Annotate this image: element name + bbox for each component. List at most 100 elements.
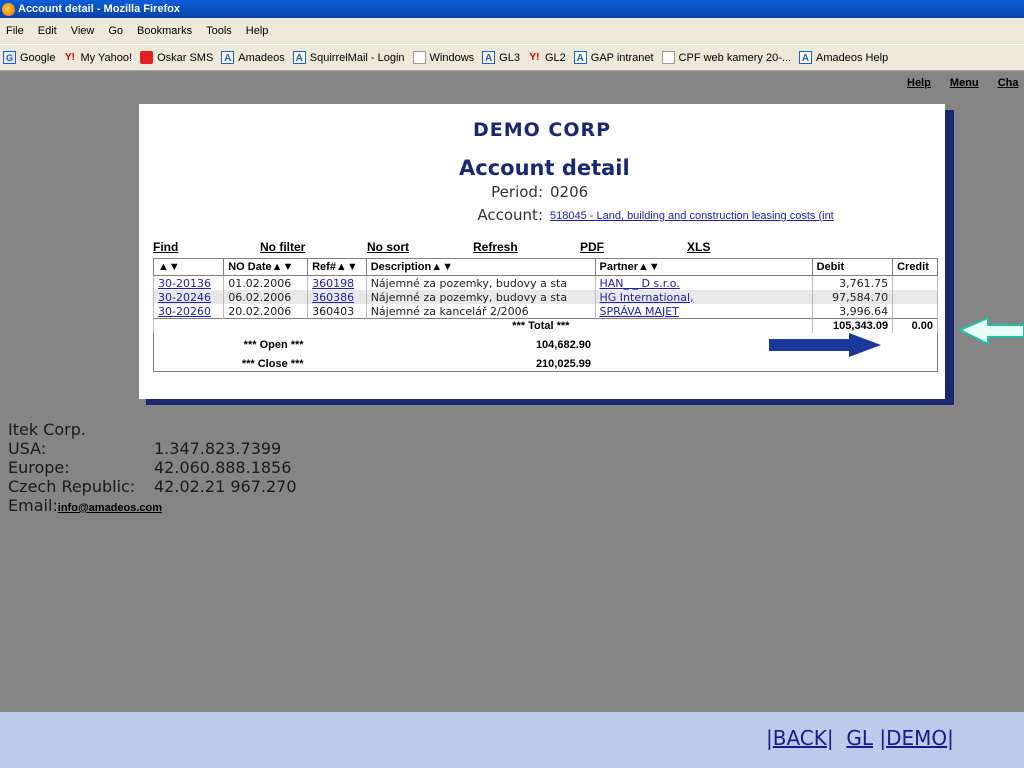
open-value: 104,682.90 bbox=[535, 339, 591, 351]
partner-link[interactable]: SPRÁVA MAJET bbox=[594, 304, 813, 319]
bookmark-gl2[interactable]: Y! GL2 bbox=[528, 51, 565, 64]
doc-number-link[interactable]: 30-20246 bbox=[152, 290, 225, 304]
blue-arrow-cell bbox=[595, 333, 938, 357]
close-label: *** Close *** bbox=[241, 358, 304, 370]
doc-number-link[interactable]: 30-20136 bbox=[152, 275, 225, 290]
close-value: 210,025.99 bbox=[535, 358, 591, 370]
xls-link[interactable]: XLS bbox=[687, 240, 710, 254]
footer-nav: |BACK| GL |DEMO| bbox=[766, 726, 954, 750]
menu-go[interactable]: Go bbox=[108, 25, 123, 37]
credit-cell bbox=[892, 275, 938, 290]
bookmark-amadeos-help[interactable]: A Amadeos Help bbox=[799, 51, 888, 64]
partner-link[interactable]: HAN_ _ D s.r.o. bbox=[594, 275, 813, 290]
document-icon bbox=[412, 51, 426, 64]
menu-file[interactable]: File bbox=[6, 25, 24, 37]
no-filter-link[interactable]: No filter bbox=[260, 240, 305, 254]
demo-link[interactable]: DEMO bbox=[886, 726, 947, 750]
bookmark-my-yahoo[interactable]: Y! My Yahoo! bbox=[63, 51, 132, 64]
close-row: *** Close *** 210,025.99 bbox=[154, 357, 938, 372]
amadeos-icon: A bbox=[292, 51, 306, 64]
debit-cell: 3,996.64 bbox=[811, 304, 894, 319]
usa-phone: 1.347.823.7399 bbox=[154, 439, 282, 458]
contact-company: Itek Corp. bbox=[8, 420, 86, 439]
account-label: Account: bbox=[477, 206, 543, 224]
open-label: *** Open *** bbox=[243, 339, 304, 351]
back-link[interactable]: BACK bbox=[773, 726, 827, 750]
ref-cell: 360403 bbox=[307, 304, 367, 319]
left-arrow-icon bbox=[958, 317, 1024, 346]
footer-bar: |BACK| GL |DEMO| bbox=[0, 712, 1024, 768]
find-link[interactable]: Find bbox=[153, 240, 178, 254]
open-row: *** Open *** 104,682.90 bbox=[154, 333, 938, 357]
debit-cell: 97,584.70 bbox=[811, 290, 894, 304]
account-link[interactable]: 518045 - Land, building and construction… bbox=[550, 210, 893, 222]
pdf-link[interactable]: PDF bbox=[580, 240, 604, 254]
account-detail-table: ▲▼ NO Date▲▼ Ref#▲▼ Description▲▼ Partne… bbox=[152, 258, 938, 372]
date-cell: 01.02.2006 bbox=[223, 275, 309, 290]
table-row: 30-20246 06.02.2006 360386 Nájemné za po… bbox=[152, 290, 938, 304]
debit-column-header: Debit bbox=[811, 258, 894, 276]
total-label: *** Total *** bbox=[153, 318, 813, 333]
date-cell: 20.02.2006 bbox=[223, 304, 309, 319]
bookmark-gl3[interactable]: A GL3 bbox=[482, 51, 520, 64]
amadeos-icon: A bbox=[799, 51, 813, 64]
oskar-icon bbox=[140, 51, 154, 64]
window-title: Account detail - Mozilla Firefox bbox=[18, 3, 180, 15]
menu-bar: File Edit View Go Bookmarks Tools Help bbox=[0, 18, 1024, 44]
menu-tools[interactable]: Tools bbox=[206, 25, 232, 37]
date-cell: 06.02.2006 bbox=[223, 290, 309, 304]
amadeos-icon: A bbox=[221, 51, 235, 64]
bookmark-amadeos[interactable]: A Amadeos bbox=[221, 51, 285, 64]
sort-partner-column[interactable]: Partner▲▼ bbox=[594, 258, 813, 276]
sort-description-column[interactable]: Description▲▼ bbox=[365, 258, 596, 276]
company-heading: DEMO CORP bbox=[473, 119, 612, 141]
bookmarks-toolbar: G Google Y! My Yahoo! Oskar SMS A Amadeos A… bbox=[0, 44, 1024, 71]
period-value: 0206 bbox=[550, 183, 589, 201]
period-label: Period: bbox=[491, 183, 543, 201]
debit-cell: 3,761.75 bbox=[811, 275, 894, 290]
menu-edit[interactable]: Edit bbox=[38, 25, 57, 37]
gl-link[interactable]: GL bbox=[846, 726, 873, 750]
help-link[interactable]: Help bbox=[907, 77, 931, 89]
bookmark-gap-intranet[interactable]: A GAP intranet bbox=[573, 51, 654, 64]
contact-info: Itek Corp. USA: 1.347.823.7399 Europe: 42.… bbox=[8, 420, 297, 515]
refresh-link[interactable]: Refresh bbox=[473, 240, 518, 254]
yahoo-icon: Y! bbox=[64, 52, 75, 63]
firefox-icon bbox=[2, 2, 15, 16]
credit-cell bbox=[892, 304, 938, 319]
bookmark-cpf-web-kamery[interactable]: CPF web kamery 20-... bbox=[661, 51, 791, 64]
menu-help[interactable]: Help bbox=[246, 25, 269, 37]
partner-link[interactable]: HG International, bbox=[594, 290, 813, 304]
page-title: Account detail bbox=[459, 156, 630, 180]
bookmark-google[interactable]: G Google bbox=[3, 51, 55, 64]
credit-column-header: Credit bbox=[892, 258, 938, 276]
menu-bookmarks[interactable]: Bookmarks bbox=[137, 25, 192, 37]
amadeos-icon: A bbox=[573, 51, 587, 64]
europe-phone: 42.060.888.1856 bbox=[154, 458, 292, 477]
table-row: 30-20136 01.02.2006 360198 Nájemné za po… bbox=[152, 275, 938, 290]
page-content: Help Menu Cha DEMO CORP Account detail P… bbox=[0, 72, 1024, 712]
no-sort-link[interactable]: No sort bbox=[367, 240, 409, 254]
europe-label: Europe: bbox=[8, 458, 70, 477]
ref-link[interactable]: 360198 bbox=[307, 275, 367, 290]
bookmark-squirrelmail[interactable]: A SquirrelMail - Login bbox=[292, 51, 405, 64]
window-titlebar: Account detail - Mozilla Firefox bbox=[0, 0, 1024, 18]
google-icon: G bbox=[3, 51, 16, 64]
sort-date-column[interactable]: NO Date▲▼ bbox=[223, 258, 309, 276]
sort-doc-column[interactable]: ▲▼ bbox=[152, 258, 225, 276]
ref-link[interactable]: 360386 bbox=[307, 290, 367, 304]
document-icon bbox=[661, 51, 675, 64]
menu-link[interactable]: Menu bbox=[950, 77, 979, 89]
cha-link[interactable]: Cha bbox=[998, 77, 1019, 89]
right-arrow-icon bbox=[769, 333, 881, 357]
total-debit: 105,343.09 bbox=[811, 318, 894, 333]
total-credit: 0.00 bbox=[892, 318, 938, 333]
sort-ref-column[interactable]: Ref#▲▼ bbox=[307, 258, 367, 276]
bookmark-windows[interactable]: Windows bbox=[412, 51, 474, 64]
description-cell: Nájemné za pozemky, budovy a sta bbox=[365, 275, 596, 290]
doc-number-link[interactable]: 30-20260 bbox=[152, 304, 225, 319]
email-link[interactable]: info@amadeos.com bbox=[58, 502, 162, 514]
bookmark-oskar-sms[interactable]: Oskar SMS bbox=[140, 51, 213, 64]
report-panel: DEMO CORP Account detail Period: 0206 Ac… bbox=[139, 104, 945, 399]
menu-view[interactable]: View bbox=[71, 25, 95, 37]
